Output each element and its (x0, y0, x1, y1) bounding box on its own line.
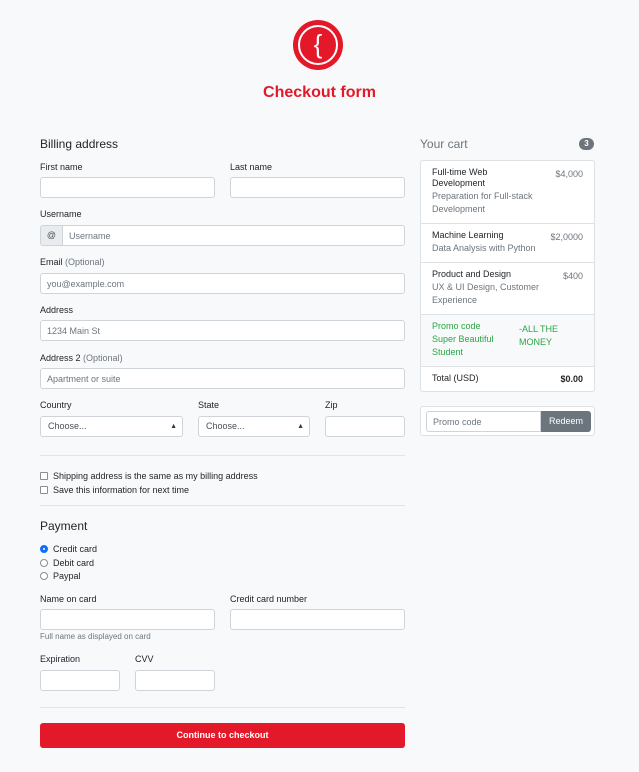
divider (40, 505, 405, 506)
cart-total-row: Total (USD) $0.00 (421, 367, 594, 391)
debit-card-label: Debit card (53, 558, 95, 568)
last-name-label: Last name (230, 162, 273, 172)
name-on-card-help: Full name as displayed on card (40, 632, 151, 641)
same-address-checkbox-row[interactable]: Shipping address is the same as my billi… (40, 471, 258, 481)
cart-item-name: Product and Design (432, 269, 512, 279)
bracket-logo-icon: { (298, 25, 338, 65)
cvv-input[interactable] (135, 670, 215, 691)
address-input[interactable] (40, 320, 405, 341)
expiration-label: Expiration (40, 654, 81, 664)
logo: { (293, 20, 343, 70)
paypal-label: Paypal (53, 571, 81, 581)
promo-code-input[interactable] (426, 411, 541, 432)
cart-item: Product and Design UX & UI Design, Custo… (421, 263, 594, 315)
cart-item: Full-time Web Development Preparation fo… (421, 161, 594, 224)
cvv-label: CVV (135, 654, 154, 664)
save-info-label: Save this information for next time (53, 485, 190, 495)
payment-heading: Payment (40, 519, 88, 533)
country-label: Country (40, 400, 72, 410)
radio-debit-card-row[interactable]: Debit card (40, 558, 94, 568)
logo-glyph: { (313, 29, 323, 59)
email-input[interactable] (40, 273, 405, 294)
cart-item-desc: Data Analysis with Python (432, 243, 536, 253)
address2-input[interactable] (40, 368, 405, 389)
radio-credit-card-row[interactable]: Credit card (40, 544, 97, 554)
cart-title: Your cart (420, 137, 468, 151)
cart-count-badge: 3 (579, 138, 594, 150)
credit-card-radio[interactable] (40, 545, 48, 553)
last-name-input[interactable] (230, 177, 405, 198)
address2-label-text: Address 2 (40, 353, 81, 363)
select-arrows-icon: ▲︎ (297, 423, 304, 430)
cart-item-name: Machine Learning (432, 230, 504, 240)
cart-item: Machine Learning Data Analysis with Pyth… (421, 224, 594, 263)
promo-value: -ALL THE MONEY (519, 324, 559, 347)
zip-input[interactable] (325, 416, 405, 437)
promo-name: Promo code (432, 321, 481, 331)
radio-paypal-row[interactable]: Paypal (40, 571, 81, 581)
name-on-card-input[interactable] (40, 609, 215, 630)
name-on-card-label: Name on card (40, 594, 97, 604)
redeem-button[interactable]: Redeem (541, 411, 591, 432)
username-input[interactable] (62, 225, 405, 246)
country-selected-value: Choose... (48, 421, 87, 431)
card-number-label: Credit card number (230, 594, 308, 604)
address-label: Address (40, 305, 74, 315)
address2-optional-text: (Optional) (83, 353, 123, 363)
cart-item-price: $2,0000 (550, 232, 583, 242)
cart-promo-row: Promo code Super Beautiful Student -ALL … (421, 315, 594, 367)
cart-item-price: $400 (562, 271, 583, 281)
divider (40, 707, 405, 708)
expiration-input[interactable] (40, 670, 120, 691)
promo-code-form: Redeem (420, 406, 595, 436)
total-value: $0.00 (560, 374, 583, 384)
state-label: State (198, 400, 220, 410)
cart-item-price: $4,000 (555, 169, 583, 179)
cart-item-name: Full-time Web Development (432, 167, 488, 188)
email-label-text: Email (40, 257, 63, 267)
continue-to-checkout-button[interactable]: Continue to checkout (40, 723, 405, 748)
paypal-radio[interactable] (40, 572, 48, 580)
same-address-label: Shipping address is the same as my billi… (53, 471, 258, 481)
credit-card-label: Credit card (53, 544, 98, 554)
cart-item-desc: UX & UI Design, Customer Experience (432, 282, 540, 305)
billing-heading: Billing address (40, 137, 119, 151)
select-arrows-icon: ▲︎ (170, 423, 177, 430)
cart-item-desc: Preparation for Full-stack Development (432, 191, 533, 214)
at-sign-addon: @ (40, 225, 63, 246)
save-info-checkbox[interactable] (40, 486, 48, 494)
email-label: Email (Optional) (40, 257, 105, 267)
cart-list: Full-time Web Development Preparation fo… (420, 160, 595, 392)
first-name-input[interactable] (40, 177, 215, 198)
save-info-checkbox-row[interactable]: Save this information for next time (40, 485, 189, 495)
card-number-input[interactable] (230, 609, 405, 630)
promo-desc: Super Beautiful Student (432, 334, 494, 357)
page-title: Checkout form (263, 84, 376, 101)
total-label: Total (USD) (432, 373, 479, 383)
address2-label: Address 2 (Optional) (40, 353, 123, 363)
country-select[interactable]: Choose... ▲︎ (40, 416, 183, 437)
state-select[interactable]: Choose... ▲︎ (198, 416, 310, 437)
same-address-checkbox[interactable] (40, 472, 48, 480)
zip-label: Zip (325, 400, 338, 410)
state-selected-value: Choose... (206, 421, 245, 431)
email-optional-text: (Optional) (65, 257, 105, 267)
debit-card-radio[interactable] (40, 559, 48, 567)
username-label: Username (40, 209, 82, 219)
divider (40, 455, 405, 456)
first-name-label: First name (40, 162, 83, 172)
